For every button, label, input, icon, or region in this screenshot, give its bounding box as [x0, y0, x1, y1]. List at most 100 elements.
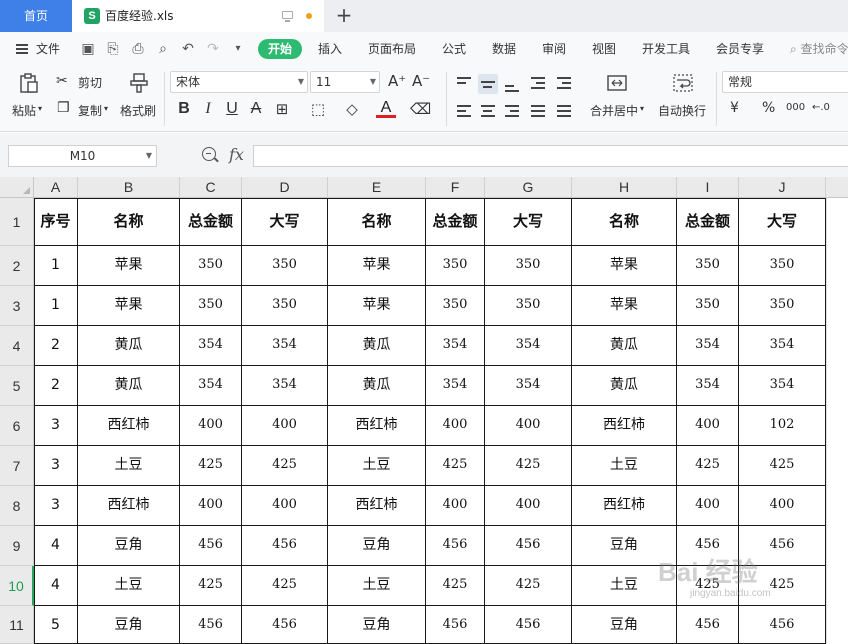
cell-e2[interactable]: 苹果: [328, 246, 426, 286]
header-cell-a1[interactable]: 序号: [34, 198, 78, 246]
row-header-11[interactable]: 11: [0, 606, 34, 644]
cell-g10[interactable]: 425: [485, 566, 572, 606]
row-header-8[interactable]: 8: [0, 486, 34, 526]
cell-j7[interactable]: 425: [739, 446, 826, 486]
cell-b6[interactable]: 西红柿: [78, 406, 180, 446]
cell-d8[interactable]: 400: [242, 486, 328, 526]
cell-f7[interactable]: 425: [426, 446, 485, 486]
cell-g8[interactable]: 400: [485, 486, 572, 526]
cell-f9[interactable]: 456: [426, 526, 485, 566]
cell-e10[interactable]: 土豆: [328, 566, 426, 606]
cell-h6[interactable]: 西红柿: [572, 406, 677, 446]
cell-c8[interactable]: 400: [180, 486, 242, 526]
cell-b8[interactable]: 西红柿: [78, 486, 180, 526]
tab-review[interactable]: 审阅: [542, 32, 566, 66]
cell-c10[interactable]: 425: [180, 566, 242, 606]
thousands-button[interactable]: 000: [786, 102, 805, 113]
header-cell-j1[interactable]: 大写: [739, 198, 826, 246]
cell-d11[interactable]: 456: [242, 606, 328, 644]
font-shrink-button[interactable]: A⁻: [412, 72, 430, 90]
insert-function-button[interactable]: fx: [229, 145, 244, 164]
redo-icon[interactable]: ↷: [205, 41, 221, 57]
tab-view[interactable]: 视图: [592, 32, 616, 66]
header-cell-f1[interactable]: 总金额: [426, 198, 485, 246]
font-grow-button[interactable]: A⁺: [388, 72, 406, 90]
column-header-a[interactable]: A: [34, 177, 78, 198]
cell-f11[interactable]: 456: [426, 606, 485, 644]
cell-h7[interactable]: 土豆: [572, 446, 677, 486]
cell-j6[interactable]: 102: [739, 406, 826, 446]
cell-d2[interactable]: 350: [242, 246, 328, 286]
header-cell-c1[interactable]: 总金额: [180, 198, 242, 246]
cell-h3[interactable]: 苹果: [572, 286, 677, 326]
align-left-icon[interactable]: [454, 102, 474, 122]
cell-e4[interactable]: 黄瓜: [328, 326, 426, 366]
bold-button[interactable]: B: [174, 98, 194, 120]
header-cell-b1[interactable]: 名称: [78, 198, 180, 246]
column-header-b[interactable]: B: [78, 177, 180, 198]
cell-i3[interactable]: 350: [677, 286, 739, 326]
decrease-indent-icon[interactable]: [528, 74, 548, 94]
border-icon[interactable]: ⊞: [272, 98, 292, 120]
new-tab-button[interactable]: +: [330, 0, 358, 32]
row-header-9[interactable]: 9: [0, 526, 34, 566]
tab-developer[interactable]: 开发工具: [642, 32, 690, 66]
cell-c5[interactable]: 354: [180, 366, 242, 406]
cell-f4[interactable]: 354: [426, 326, 485, 366]
cell-f3[interactable]: 350: [426, 286, 485, 326]
print-icon[interactable]: ⎙: [130, 41, 146, 57]
tab-member[interactable]: 会员专享: [716, 32, 764, 66]
sheet-grid-blank-area[interactable]: [826, 198, 848, 644]
column-header-e[interactable]: E: [328, 177, 426, 198]
align-right-icon[interactable]: [502, 102, 522, 122]
column-header-g[interactable]: G: [485, 177, 572, 198]
cell-d5[interactable]: 354: [242, 366, 328, 406]
underline-button[interactable]: U: [222, 98, 242, 120]
cell-a5[interactable]: 2: [34, 366, 78, 406]
currency-button[interactable]: ¥: [730, 100, 739, 116]
monitor-icon[interactable]: [282, 11, 293, 22]
cell-e7[interactable]: 土豆: [328, 446, 426, 486]
row-header-2[interactable]: 2: [0, 246, 34, 286]
cell-a3[interactable]: 1: [34, 286, 78, 326]
cell-h11[interactable]: 豆角: [572, 606, 677, 644]
command-search[interactable]: ⌕ 查找命令: [790, 32, 848, 66]
cell-b9[interactable]: 豆角: [78, 526, 180, 566]
cell-h4[interactable]: 黄瓜: [572, 326, 677, 366]
tab-formulas[interactable]: 公式: [442, 32, 466, 66]
cell-h2[interactable]: 苹果: [572, 246, 677, 286]
cell-a9[interactable]: 4: [34, 526, 78, 566]
font-name-select[interactable]: 宋体 ▼: [170, 71, 308, 93]
cell-a11[interactable]: 5: [34, 606, 78, 644]
cell-i6[interactable]: 400: [677, 406, 739, 446]
cell-b10[interactable]: 土豆: [78, 566, 180, 606]
cell-d7[interactable]: 425: [242, 446, 328, 486]
font-color-button[interactable]: A: [376, 98, 396, 118]
cell-g4[interactable]: 354: [485, 326, 572, 366]
cell-h8[interactable]: 西红柿: [572, 486, 677, 526]
eraser-icon[interactable]: ⌫: [410, 98, 431, 120]
cell-h5[interactable]: 黄瓜: [572, 366, 677, 406]
cell-f6[interactable]: 400: [426, 406, 485, 446]
cell-e9[interactable]: 豆角: [328, 526, 426, 566]
cell-a4[interactable]: 2: [34, 326, 78, 366]
cell-g6[interactable]: 400: [485, 406, 572, 446]
cell-e8[interactable]: 西红柿: [328, 486, 426, 526]
increase-decimal-button[interactable]: ←.0: [812, 102, 830, 113]
cell-i4[interactable]: 354: [677, 326, 739, 366]
cell-a2[interactable]: 1: [34, 246, 78, 286]
cell-i2[interactable]: 350: [677, 246, 739, 286]
cell-i11[interactable]: 456: [677, 606, 739, 644]
fill-color-icon[interactable]: ◇: [342, 98, 362, 120]
cell-c11[interactable]: 456: [180, 606, 242, 644]
row-header-3[interactable]: 3: [0, 286, 34, 326]
cell-i5[interactable]: 354: [677, 366, 739, 406]
cell-a7[interactable]: 3: [34, 446, 78, 486]
align-middle-icon[interactable]: [478, 74, 498, 94]
cell-a10[interactable]: 4: [34, 566, 78, 606]
fill-pattern-icon[interactable]: ⬚: [308, 98, 328, 120]
cell-f5[interactable]: 354: [426, 366, 485, 406]
cell-g7[interactable]: 425: [485, 446, 572, 486]
font-size-select[interactable]: 11 ▼: [310, 71, 380, 93]
row-header-7[interactable]: 7: [0, 446, 34, 486]
